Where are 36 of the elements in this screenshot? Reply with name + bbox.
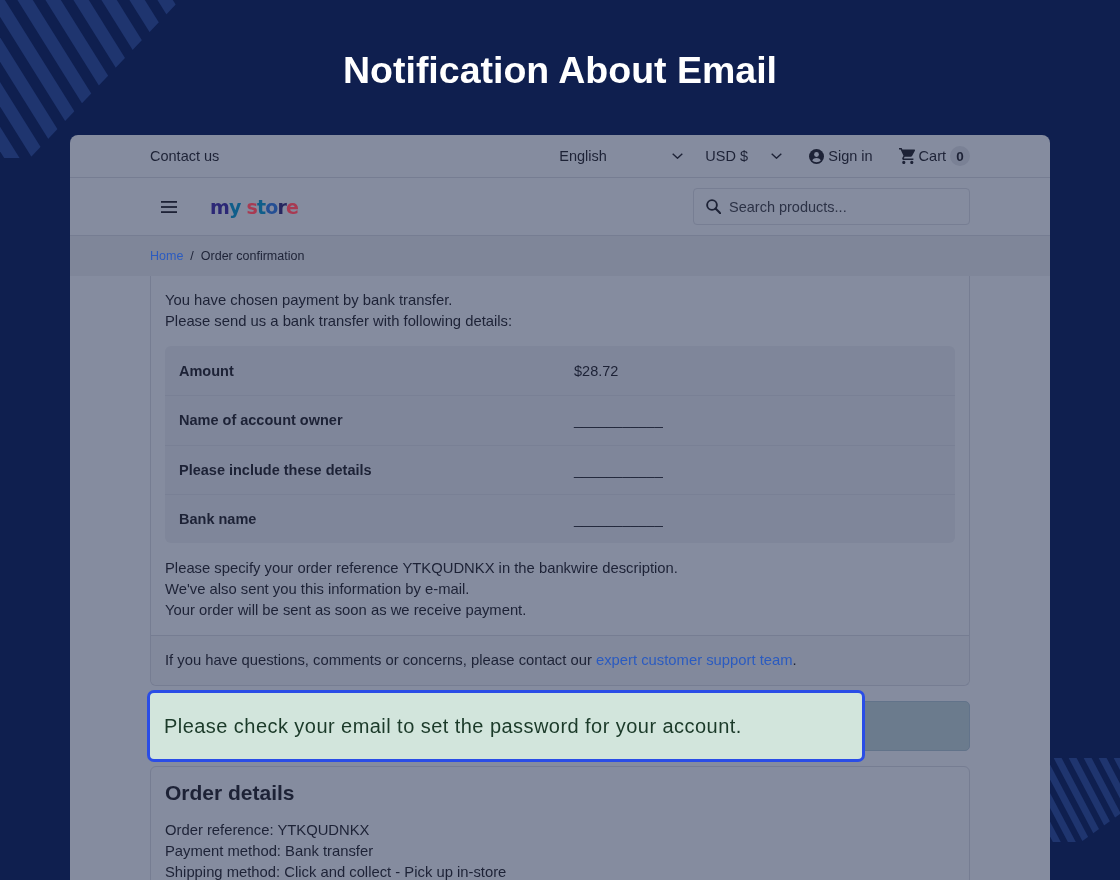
order-detail-line: Shipping method: Click and collect - Pick up in-store [165,863,507,880]
detail-label: Please include these details [179,460,372,479]
search-icon [706,199,721,214]
sign-in-link[interactable]: Sign in [809,147,873,165]
cart-icon [898,148,915,164]
menu-icon[interactable] [161,200,177,213]
cart-link[interactable]: Cart [898,147,946,165]
payment-note: Your order will be sent as soon as we receive payment. [165,601,527,620]
detail-value: $28.72 [574,361,619,380]
detail-label: Amount [179,361,234,380]
payment-note: We've also sent you this information by e-mail. [165,580,470,599]
chevron-down-icon [771,153,783,159]
cart-count: 0 [950,146,970,166]
detail-value: ___________ [574,411,663,430]
support-text: If you have questions, comments or concerns, please contact our expert customer support team. [165,651,797,670]
breadcrumb-separator: / [190,248,194,264]
order-detail-line: Order reference: YTKQUDNKX [165,821,370,840]
detail-value: ___________ [574,460,663,479]
language-select[interactable]: English [559,147,684,165]
chevron-down-icon [672,153,684,159]
payment-note: Please specify your order reference YTKQUDNKX in the bankwire description. [165,559,678,578]
payment-text: Please send us a bank transfer with following details: [165,312,513,331]
order-details-title: Order details [165,780,295,806]
breadcrumb-current: Order confirmation [200,248,305,264]
store-logo[interactable]: my store [210,194,299,219]
detail-label: Bank name [179,509,257,528]
notice-message: Please check your email to set the password for your account. [164,714,742,738]
detail-value: ___________ [574,509,663,528]
order-detail-line: Payment method: Bank transfer [165,842,374,861]
search-field[interactable]: Search products... [693,188,970,225]
payment-text: You have chosen payment by bank transfer. [165,291,453,310]
currency-select[interactable]: USD $ [705,147,783,165]
contact-link[interactable]: Contact us [150,147,220,165]
detail-label: Name of account owner [179,411,343,430]
page-heading: Notification About Email [343,48,777,92]
user-icon [809,148,825,164]
